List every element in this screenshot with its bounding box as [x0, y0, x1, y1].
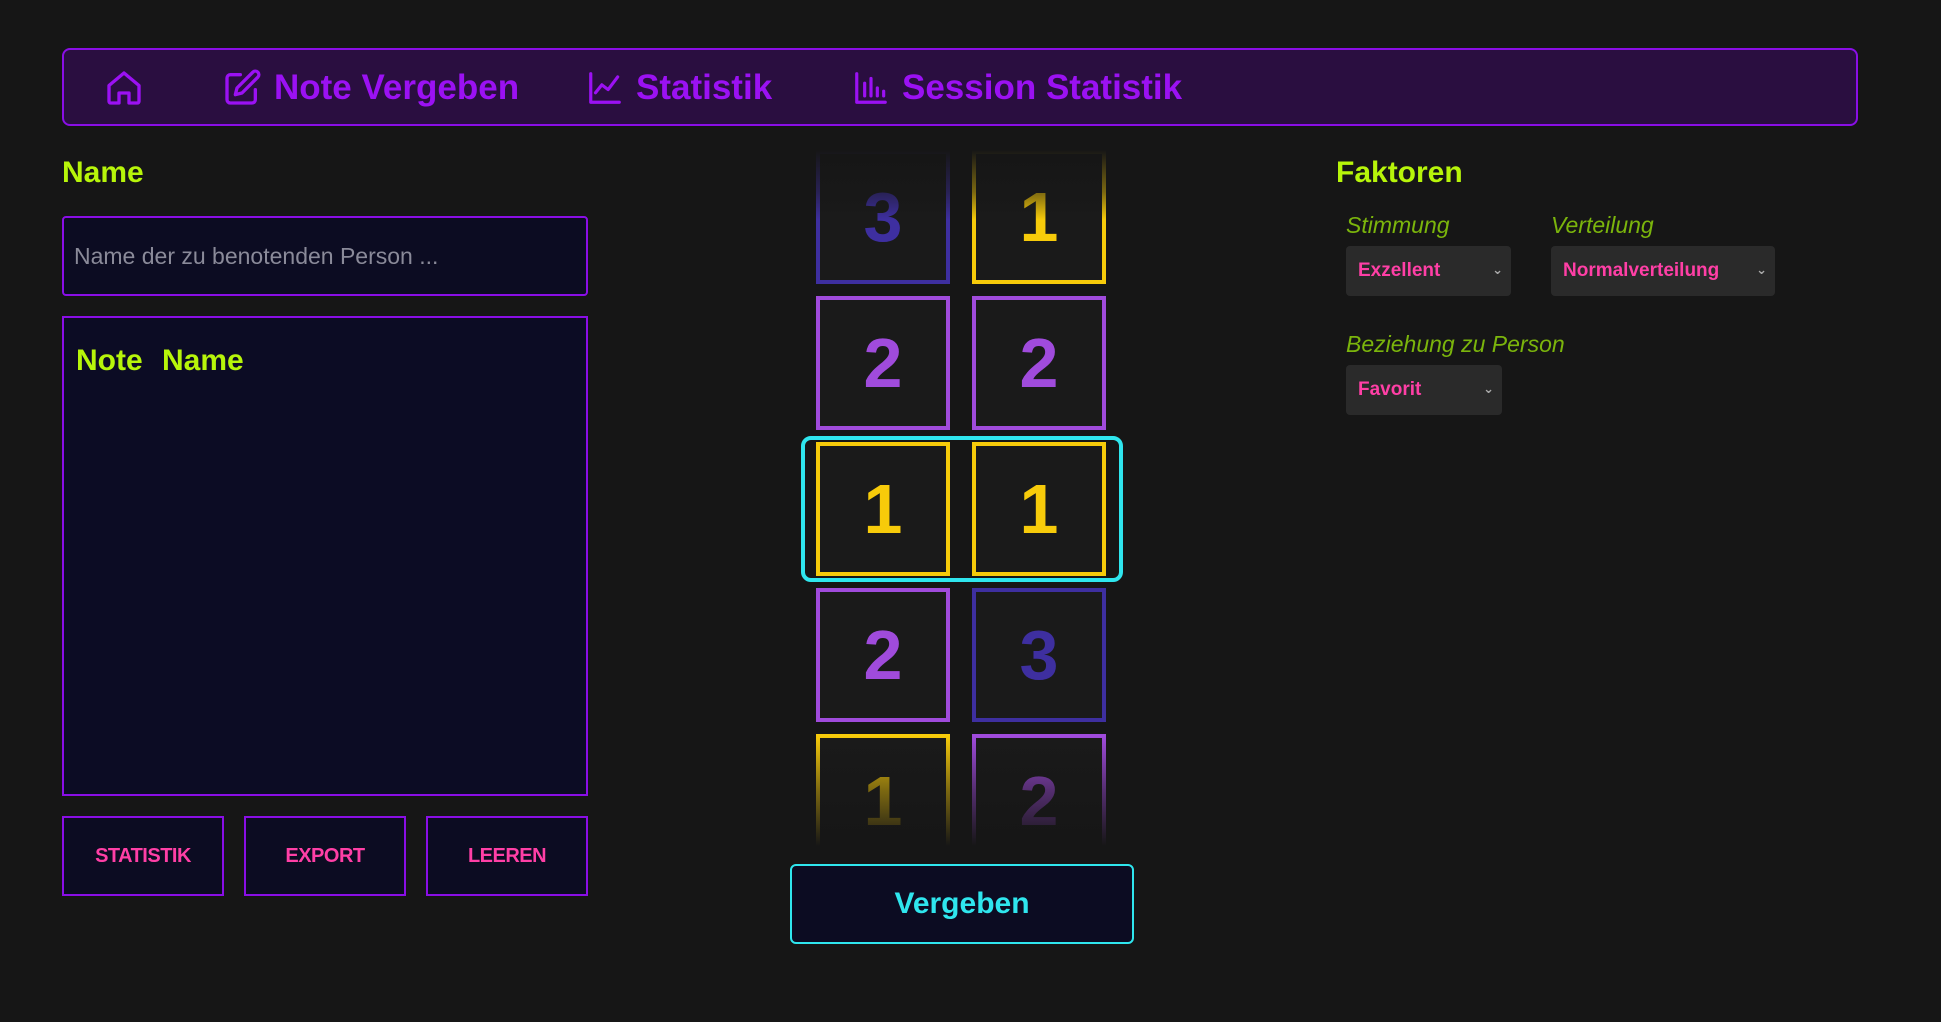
- nav-note-vergeben-label: Note Vergeben: [274, 68, 520, 107]
- export-button[interactable]: EXPORT: [244, 816, 406, 896]
- nav-session-statistik-label: Session Statistik: [902, 68, 1183, 107]
- beziehung-label: Beziehung zu Person: [1346, 331, 1565, 357]
- verteilung-label: Verteilung: [1551, 212, 1654, 238]
- statistik-button[interactable]: STATISTIK: [62, 816, 224, 896]
- line-chart-icon: [586, 68, 624, 108]
- slot-cell: 2: [816, 296, 950, 430]
- name-heading: Name: [62, 156, 144, 189]
- slot-cell: 2: [972, 296, 1106, 430]
- nav-home[interactable]: [104, 68, 144, 108]
- table-header-note: Note: [76, 344, 143, 377]
- slot-cell: 1: [972, 150, 1106, 284]
- verteilung-select[interactable]: Normalverteilung ⌄: [1551, 246, 1775, 296]
- selection-highlight: [801, 436, 1123, 582]
- stimmung-label: Stimmung: [1346, 212, 1450, 238]
- chevron-down-icon: ⌄: [1492, 262, 1503, 277]
- beziehung-value: Favorit: [1358, 379, 1422, 400]
- nav-session-statistik[interactable]: Session Statistik: [852, 68, 1182, 108]
- slot-cell: 2: [816, 588, 950, 722]
- slot-cell: 3: [972, 588, 1106, 722]
- nav-statistik[interactable]: Statistik: [586, 68, 772, 108]
- stimmung-select[interactable]: Exzellent ⌄: [1346, 246, 1511, 296]
- chevron-down-icon: ⌄: [1483, 381, 1494, 396]
- chevron-down-icon: ⌄: [1756, 262, 1767, 277]
- vergeben-button[interactable]: Vergeben: [790, 864, 1134, 944]
- nav-statistik-label: Statistik: [636, 68, 773, 107]
- home-icon: [104, 68, 144, 108]
- top-navbar: Note Vergeben Statistik Session Statisti…: [62, 48, 1858, 126]
- table-header-name: Name: [162, 344, 244, 377]
- slot-cell: 3: [816, 150, 950, 284]
- stimmung-value: Exzellent: [1358, 260, 1441, 281]
- slot-cell: 2: [972, 734, 1106, 846]
- edit-icon: [222, 68, 262, 108]
- beziehung-select[interactable]: Favorit ⌄: [1346, 365, 1502, 415]
- nav-note-vergeben[interactable]: Note Vergeben: [222, 68, 519, 108]
- bar-chart-icon: [852, 68, 890, 108]
- faktoren-heading: Faktoren: [1336, 156, 1463, 189]
- slot-cell: 1: [816, 734, 950, 846]
- grades-table: Note Name: [62, 316, 588, 796]
- verteilung-value: Normalverteilung: [1563, 260, 1720, 281]
- name-input[interactable]: [62, 216, 588, 296]
- leeren-button[interactable]: LEEREN: [426, 816, 588, 896]
